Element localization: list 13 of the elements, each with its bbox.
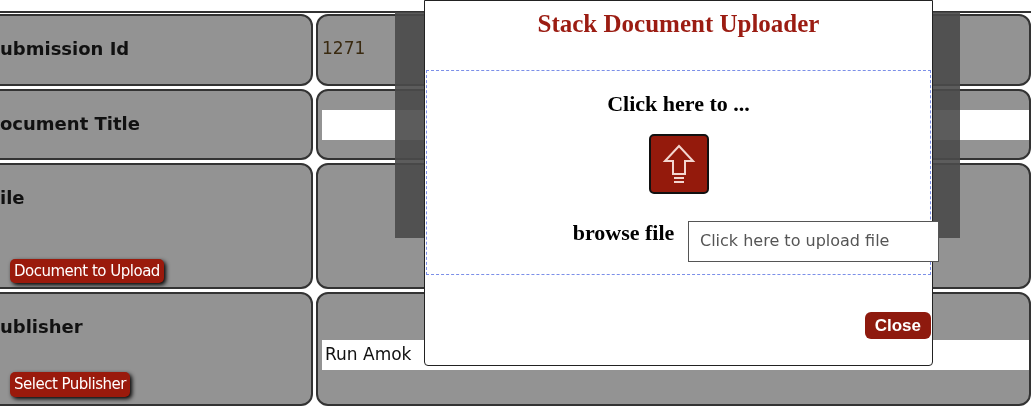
dialog-title: Stack Document Uploader [537, 9, 820, 39]
drop-footer: browse file [572, 215, 675, 249]
field-label: ubmission Id [0, 40, 131, 58]
drop-heading: Click here to ... [607, 89, 750, 118]
close-button[interactable]: Close [864, 311, 931, 339]
select-button[interactable]: Select Publisher [10, 372, 130, 397]
value-text: 1271 [322, 40, 367, 57]
upload-button[interactable]: Document to Upload [10, 258, 164, 283]
field-label: ile [0, 189, 26, 207]
upload-icon[interactable] [648, 133, 709, 194]
field-label: ublisher [0, 318, 84, 336]
tooltip: Click here to upload file [688, 220, 939, 262]
field-label: ocument Title [0, 115, 141, 133]
